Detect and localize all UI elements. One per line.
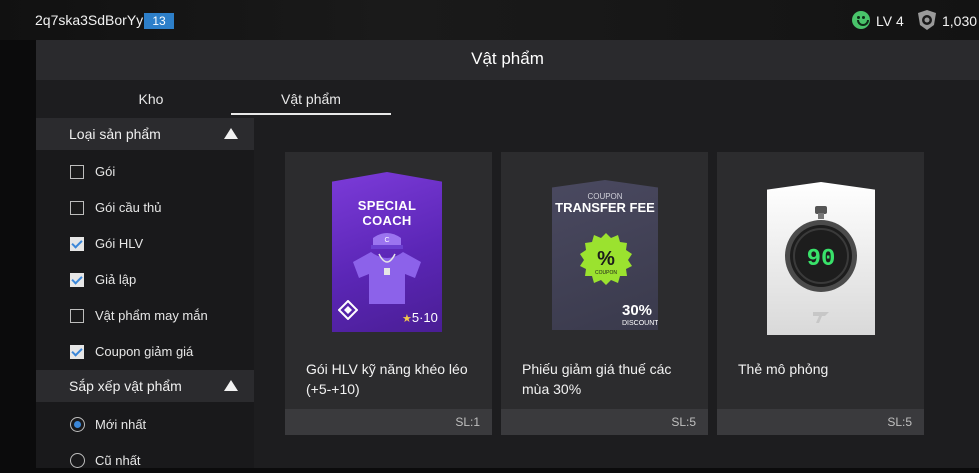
level-text: LV 4 xyxy=(876,13,904,29)
username: 2q7ska3SdBorYy xyxy=(35,12,144,28)
radio-selected[interactable] xyxy=(70,417,85,432)
product-type-label: Loại sản phẩm xyxy=(69,126,161,142)
smiley-icon xyxy=(852,11,870,29)
checkbox[interactable] xyxy=(70,165,84,179)
rating: ★5·10 xyxy=(402,310,438,325)
filter-sidebar: Loại sản phẩm Gói Gói cầu thủ Gói HLV Gi… xyxy=(36,118,254,468)
title-bar: Vật phẩm xyxy=(36,40,979,80)
item-quantity: SL:5 xyxy=(887,415,912,429)
checkbox-checked[interactable] xyxy=(70,345,84,359)
filter-label: Gói HLV xyxy=(95,236,144,251)
quantity-bar: SL:1 xyxy=(285,409,492,435)
item-name: Gói HLV kỹ năng khéo léo (+5-+10) xyxy=(306,361,468,397)
item-quantity: SL:1 xyxy=(455,415,480,429)
quantity-bar: SL:5 xyxy=(717,409,924,435)
product-type-header[interactable]: Loại sản phẩm xyxy=(36,118,254,150)
item-name: Thẻ mô phỏng xyxy=(738,361,829,377)
sort-option-label: Cũ nhất xyxy=(95,453,141,468)
simulation-card-image: 90 xyxy=(767,182,875,335)
filter-label: Vật phẩm may mắn xyxy=(95,308,208,323)
collapse-arrow-icon[interactable] xyxy=(224,380,238,391)
radio[interactable] xyxy=(70,453,85,468)
rating-value: 5·10 xyxy=(411,310,438,325)
tab-bar: Kho Vật phẩm xyxy=(36,80,979,118)
sort-option-label: Mới nhất xyxy=(95,417,147,432)
item-quantity: SL:5 xyxy=(671,415,696,429)
special-coach-card-image: SPECIAL COACH C ★5·10 xyxy=(332,172,442,332)
svg-text:C: C xyxy=(384,237,389,244)
item-name: Phiếu giảm giá thuế các mùa 30% xyxy=(522,361,672,397)
emblem-icon xyxy=(338,300,358,320)
discount-label: DISCOUNT xyxy=(622,320,659,327)
stopwatch-icon: 90 xyxy=(785,206,857,292)
user-badge: 13 xyxy=(144,13,174,29)
logo-icon xyxy=(813,312,829,323)
tab-vat-pham[interactable]: Vật phẩm xyxy=(231,80,391,118)
checkbox[interactable] xyxy=(70,201,84,215)
filter-label: Gói xyxy=(95,164,116,179)
item-card-transfer-fee[interactable]: COUPON TRANSFER FEE % COUPON 30% DISCOUN… xyxy=(501,152,708,435)
card-title: TRANSFER FEE xyxy=(555,200,655,215)
filter-label: Gói cầu thủ xyxy=(95,200,162,215)
badge-caption: COUPON xyxy=(595,270,617,276)
tab-kho[interactable]: Kho xyxy=(66,80,236,118)
sort-label: Sắp xếp vật phẩm xyxy=(69,378,182,394)
filter-label: Coupon giảm giá xyxy=(95,344,194,359)
checkbox-checked[interactable] xyxy=(70,273,84,287)
item-card-special-coach[interactable]: SPECIAL COACH C ★5·10 Gói HLV kỹ năng kh… xyxy=(285,152,492,435)
coupon-badge-icon: % COUPON xyxy=(580,233,632,285)
jersey-icon: C xyxy=(353,233,421,304)
sort-header[interactable]: Sắp xếp vật phẩm xyxy=(36,370,254,402)
page-title: Vật phẩm xyxy=(471,49,544,68)
item-card-simulation[interactable]: 90 Thẻ mô phỏng SL:5 xyxy=(717,152,924,435)
discount-percent: 30% xyxy=(622,302,653,319)
items-panel: Vật phẩm Kho Vật phẩm Loại sản phẩm Gói … xyxy=(36,40,979,468)
checkbox-checked[interactable] xyxy=(70,237,84,251)
checkbox[interactable] xyxy=(70,309,84,323)
transfer-fee-card-image: COUPON TRANSFER FEE % COUPON 30% DISCOUN… xyxy=(552,180,658,330)
quantity-bar: SL:5 xyxy=(501,409,708,435)
currency-amount: 1,030 xyxy=(942,13,978,29)
top-bar: 2q7ska3SdBorYy 13 LV 4 1,030 xyxy=(0,0,979,40)
filter-label: Giả lập xyxy=(95,272,137,287)
shield-icon xyxy=(918,10,936,30)
badge-symbol: % xyxy=(597,248,615,270)
collapse-arrow-icon[interactable] xyxy=(224,128,238,139)
timer-value: 90 xyxy=(807,246,836,273)
